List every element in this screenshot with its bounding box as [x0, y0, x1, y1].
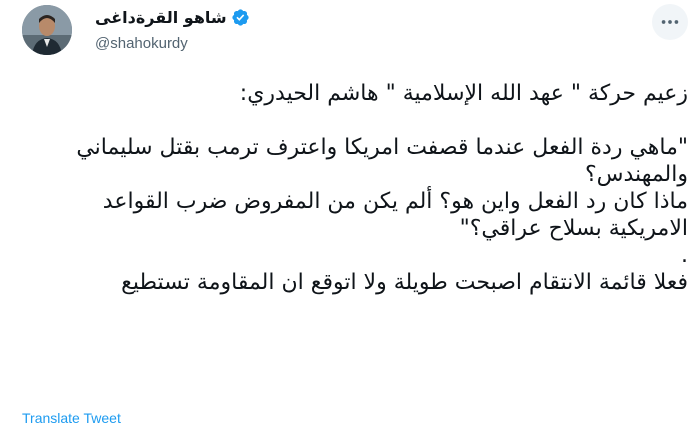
- more-horizontal-icon: [661, 20, 679, 24]
- tweet-text: زعيم حركة " عهد الله الإسلامية " هاشم ال…: [20, 80, 688, 296]
- tweet-paragraph: فعلا قائمة الانتقام اصبحت طويلة ولا اتوق…: [121, 270, 688, 295]
- author-name-block: شاهو القرةداغى @shahokurdy: [95, 8, 335, 52]
- translate-tweet-link[interactable]: Translate Tweet: [22, 410, 121, 425]
- avatar[interactable]: [22, 5, 72, 55]
- tweet-paragraph: زعيم حركة " عهد الله الإسلامية " هاشم ال…: [239, 81, 688, 106]
- author-name-row: شاهو القرةداغى: [95, 8, 335, 27]
- author-display-name[interactable]: شاهو القرةداغى: [95, 8, 227, 27]
- more-options-button[interactable]: [652, 4, 688, 40]
- tweet-author-header: شاهو القرةداغى @shahokurdy: [0, 0, 700, 70]
- tweet-paragraph: "ماهي ردة الفعل عندما قصفت امريكا واعترف…: [76, 135, 688, 268]
- author-handle[interactable]: @shahokurdy: [95, 35, 335, 52]
- tweet-card: شاهو القرةداغى @shahokurdy زعيم حركة " ع…: [0, 0, 700, 425]
- person-photo-avatar-icon: [22, 5, 72, 55]
- verified-badge-icon: [232, 9, 249, 26]
